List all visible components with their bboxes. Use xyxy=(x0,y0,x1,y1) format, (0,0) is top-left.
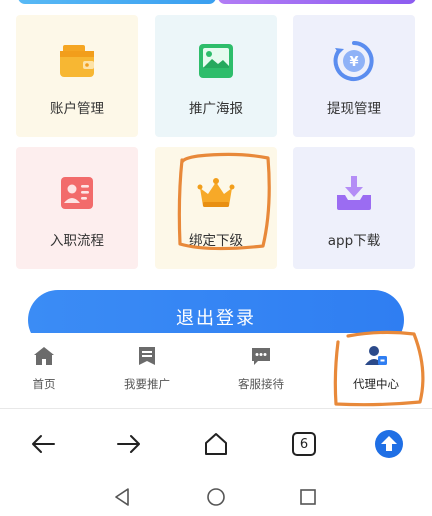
tile-account-management[interactable]: 账户管理 xyxy=(16,15,138,137)
tab-promote[interactable]: 我要推广 xyxy=(97,345,197,392)
tab-count: 6 xyxy=(299,436,309,452)
wallet-icon xyxy=(55,39,99,83)
back-arrow-icon[interactable] xyxy=(28,429,58,459)
chat-icon xyxy=(250,345,272,371)
tab-label: 首页 xyxy=(32,377,56,391)
tile-label: 绑定下级 xyxy=(189,233,243,249)
promote-icon xyxy=(136,345,158,371)
tab-agent-center[interactable]: 代理中心 xyxy=(326,345,426,392)
tile-withdraw-management[interactable]: ¥ 提现管理 xyxy=(293,15,415,137)
tab-customer-service[interactable]: 客服接待 xyxy=(211,345,311,392)
agent-user-icon xyxy=(364,345,388,371)
tile-label: 账户管理 xyxy=(50,101,104,117)
tile-app-download[interactable]: app下载 xyxy=(293,147,415,269)
top-banner-left[interactable] xyxy=(18,0,216,4)
tab-label: 我要推广 xyxy=(124,377,170,391)
tile-promo-poster[interactable]: 推广海报 xyxy=(155,15,277,137)
tab-label: 客服接待 xyxy=(238,377,284,391)
browser-nav-bar: 6 xyxy=(0,409,432,477)
system-nav-bar xyxy=(0,477,432,516)
tile-onboarding-process[interactable]: 入职流程 xyxy=(16,147,138,269)
home-icon xyxy=(33,345,55,371)
poster-icon xyxy=(194,39,238,83)
tile-label: 推广海报 xyxy=(189,101,243,117)
upload-icon[interactable] xyxy=(374,429,404,459)
tile-label: 提现管理 xyxy=(327,101,381,117)
top-banner-right[interactable] xyxy=(218,0,416,4)
tab-label: 代理中心 xyxy=(353,377,399,391)
crown-bag-icon xyxy=(194,171,238,215)
system-home-icon[interactable] xyxy=(206,487,226,507)
forward-arrow-icon[interactable] xyxy=(114,429,144,459)
tile-label: app下载 xyxy=(327,233,381,249)
svg-text:¥: ¥ xyxy=(349,55,358,70)
tile-bind-subordinate[interactable]: 绑定下级 xyxy=(155,147,277,269)
system-back-icon[interactable] xyxy=(113,487,133,507)
id-card-icon xyxy=(55,171,99,215)
home-outline-icon[interactable] xyxy=(201,429,231,459)
tile-label: 入职流程 xyxy=(50,233,104,249)
download-icon xyxy=(332,171,376,215)
tabs-counter-icon[interactable]: 6 xyxy=(289,429,319,459)
system-recents-icon[interactable] xyxy=(298,487,318,507)
tab-home[interactable]: 首页 xyxy=(0,345,94,392)
withdraw-icon: ¥ xyxy=(332,39,376,83)
bottom-tab-bar: 首页 我要推广 客服接待 代理中心 xyxy=(0,333,432,409)
